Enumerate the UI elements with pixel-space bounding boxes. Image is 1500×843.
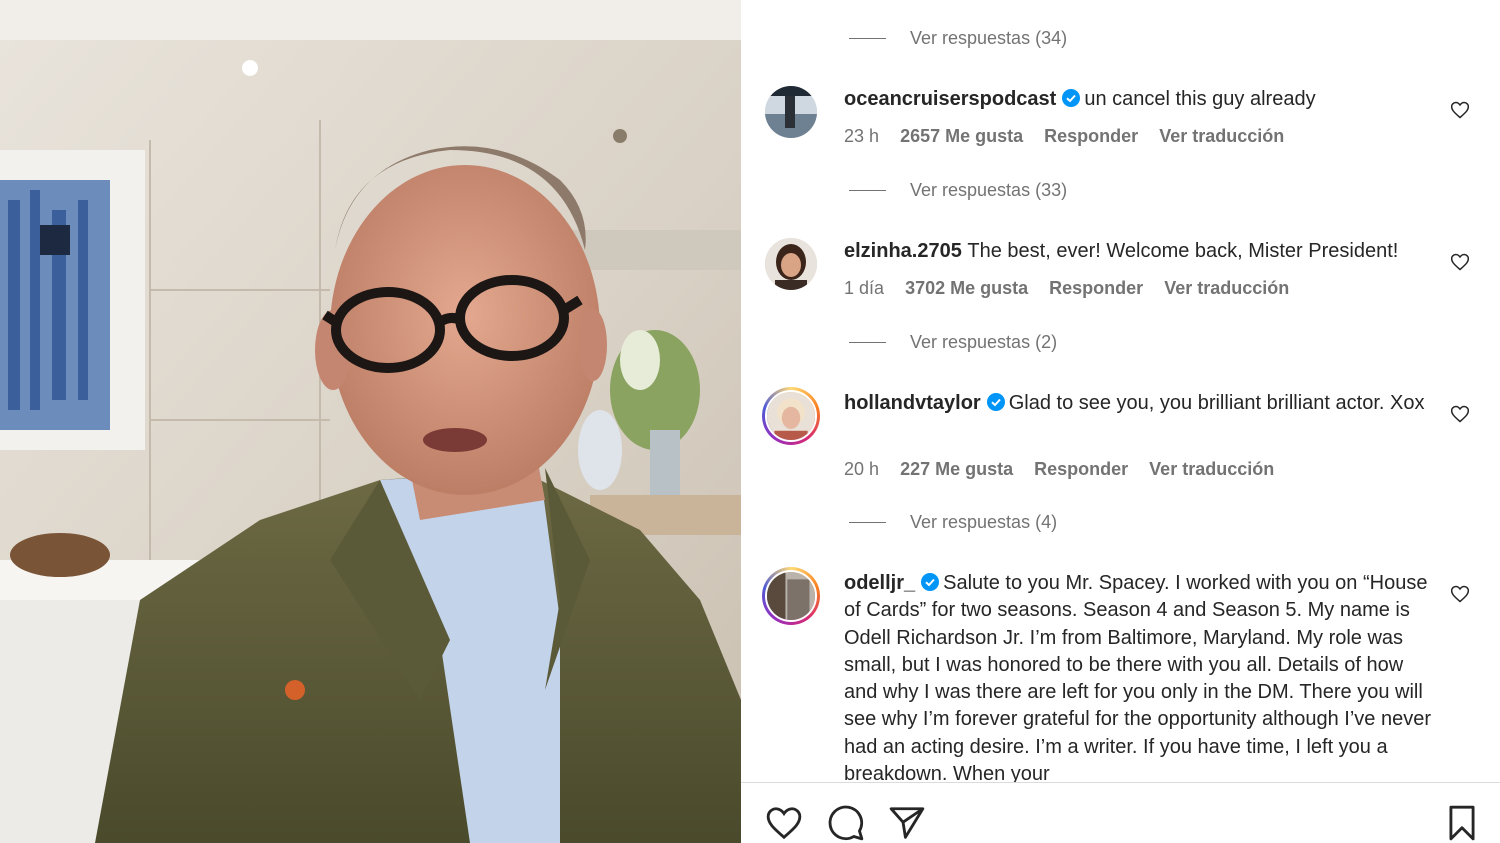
view-replies-button[interactable]: Ver respuestas (33) xyxy=(849,180,1067,201)
translate-button[interactable]: Ver traducción xyxy=(1149,459,1274,479)
post-actions-bar xyxy=(741,782,1500,843)
video-player[interactable] xyxy=(0,0,741,843)
view-replies-button[interactable]: Ver respuestas (34) xyxy=(849,28,1067,49)
comment-icon[interactable] xyxy=(827,804,865,842)
view-replies-label: Ver respuestas (4) xyxy=(910,512,1058,532)
translate-button[interactable]: Ver traducción xyxy=(1159,126,1284,146)
paper-plane-icon[interactable] xyxy=(888,804,926,842)
heart-icon[interactable] xyxy=(1450,584,1470,604)
view-replies-label: Ver respuestas (2) xyxy=(910,332,1058,352)
divider-line xyxy=(849,38,886,39)
comment-likes[interactable]: 2657 Me gusta xyxy=(900,126,1023,146)
avatar-image xyxy=(767,392,815,440)
avatar[interactable] xyxy=(762,387,820,445)
heart-icon[interactable] xyxy=(1450,404,1470,424)
divider-line xyxy=(849,342,886,343)
comment-time[interactable]: 23 h xyxy=(844,126,879,146)
view-replies-button[interactable]: Ver respuestas (4) xyxy=(849,512,1057,533)
comment-text: Glad to see you, you brilliant brilliant… xyxy=(1008,392,1425,414)
divider-line xyxy=(849,522,886,523)
heart-icon[interactable] xyxy=(765,804,803,842)
view-replies-label: Ver respuestas (34) xyxy=(910,28,1068,48)
comment-body: elzinha.2705 The best, ever! Welcome bac… xyxy=(844,238,1434,265)
avatar-image xyxy=(765,238,817,290)
avatar[interactable] xyxy=(765,238,817,290)
comment-text: un cancel this guy already xyxy=(1084,88,1316,110)
comment-meta: 23 h 2657 Me gusta Responder Ver traducc… xyxy=(844,126,1300,147)
reply-button[interactable]: Responder xyxy=(1044,126,1138,146)
avatar-image xyxy=(765,86,817,138)
comments-panel: Ver respuestas (34) oceancruiserspodcast… xyxy=(741,0,1500,843)
comment-username[interactable]: odelljr_ xyxy=(844,572,915,594)
bookmark-icon[interactable] xyxy=(1443,804,1481,842)
heart-icon[interactable] xyxy=(1450,252,1470,272)
comment-body: oceancruiserspodcast un cancel this guy a… xyxy=(844,86,1434,113)
comment-username[interactable]: hollandvtaylor xyxy=(844,392,981,414)
heart-icon[interactable] xyxy=(1450,100,1470,120)
avatar[interactable] xyxy=(762,567,820,625)
verified-badge-icon xyxy=(1062,89,1081,107)
view-replies-label: Ver respuestas (33) xyxy=(910,180,1068,200)
verified-badge-icon xyxy=(921,573,940,591)
comment-body: odelljr_ Salute to you Mr. Spacey. I work… xyxy=(844,570,1434,782)
comments-list[interactable]: Ver respuestas (34) oceancruiserspodcast… xyxy=(741,0,1500,782)
translate-button[interactable]: Ver traducción xyxy=(1164,278,1289,298)
divider-line xyxy=(849,190,886,191)
comment-time[interactable]: 20 h xyxy=(844,459,879,479)
video-frame xyxy=(0,0,741,843)
comment-username[interactable]: oceancruiserspodcast xyxy=(844,88,1056,110)
comment-body: hollandvtaylor Glad to see you, you brill… xyxy=(844,390,1434,417)
comment-time[interactable]: 1 día xyxy=(844,278,884,298)
avatar[interactable] xyxy=(765,86,817,138)
comment-meta: 1 día 3702 Me gusta Responder Ver traduc… xyxy=(844,278,1305,299)
verified-badge-icon xyxy=(986,393,1005,411)
comment-username[interactable]: elzinha.2705 xyxy=(844,240,962,262)
avatar-image xyxy=(767,572,815,620)
reply-button[interactable]: Responder xyxy=(1034,459,1128,479)
view-replies-button[interactable]: Ver respuestas (2) xyxy=(849,332,1057,353)
comment-likes[interactable]: 227 Me gusta xyxy=(900,459,1013,479)
comment-text: Salute to you Mr. Spacey. I worked with … xyxy=(844,572,1431,782)
comment-text: The best, ever! Welcome back, Mister Pre… xyxy=(967,240,1399,262)
comment-likes[interactable]: 3702 Me gusta xyxy=(905,278,1028,298)
comment-meta: 20 h 227 Me gusta Responder Ver traducci… xyxy=(844,459,1290,480)
reply-button[interactable]: Responder xyxy=(1049,278,1143,298)
